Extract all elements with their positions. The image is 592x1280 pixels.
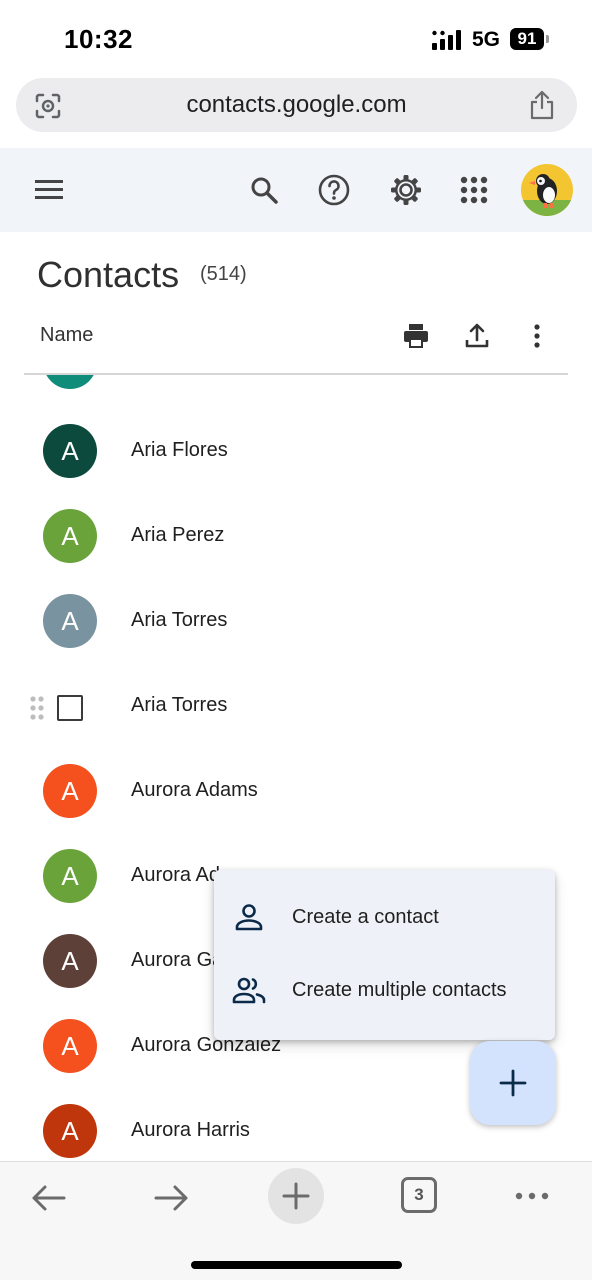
contact-row[interactable]: A Aurora Adams bbox=[0, 750, 592, 835]
menu-item-create-multiple[interactable]: Create multiple contacts bbox=[214, 959, 555, 1023]
search-icon[interactable] bbox=[246, 172, 282, 208]
contact-row[interactable]: A bbox=[0, 375, 592, 400]
contact-avatar: A bbox=[43, 764, 97, 818]
status-time: 10:32 bbox=[64, 24, 133, 54]
battery-nub bbox=[546, 35, 549, 43]
apps-grid-icon[interactable] bbox=[456, 172, 492, 208]
account-avatar[interactable] bbox=[521, 164, 573, 216]
contact-row-hover[interactable]: Aria Torres bbox=[0, 665, 592, 750]
signal-icon bbox=[432, 30, 461, 50]
contact-row[interactable]: A Aria Torres bbox=[0, 580, 592, 665]
contact-row[interactable]: A Aria Perez bbox=[0, 495, 592, 580]
menu-item-label: Create a contact bbox=[292, 906, 439, 928]
create-contact-menu: Create a contact Create multiple contact… bbox=[214, 870, 555, 1040]
contact-avatar: A bbox=[43, 509, 97, 563]
contact-name: Aurora Adams bbox=[131, 779, 258, 801]
forward-arrow-icon[interactable] bbox=[152, 1178, 192, 1218]
contact-name: Aria Torres bbox=[131, 609, 228, 631]
drag-handle-icon[interactable] bbox=[29, 695, 45, 721]
contact-count: (514) bbox=[200, 263, 247, 285]
battery-level: 91 bbox=[510, 28, 544, 50]
contact-checkbox[interactable] bbox=[57, 695, 83, 721]
new-tab-button[interactable] bbox=[268, 1168, 324, 1224]
address-bar[interactable]: contacts.google.com bbox=[16, 78, 577, 132]
more-horiz-icon[interactable] bbox=[512, 1178, 552, 1218]
page-title: Contacts bbox=[37, 254, 180, 295]
contact-name: Aria Flores bbox=[131, 439, 228, 461]
more-vert-icon[interactable] bbox=[523, 322, 551, 350]
contact-avatar: A bbox=[43, 375, 97, 389]
contact-row[interactable]: A Aria Flores bbox=[0, 410, 592, 495]
gear-icon[interactable] bbox=[388, 172, 424, 208]
print-icon[interactable] bbox=[402, 322, 430, 350]
contact-avatar: A bbox=[43, 849, 97, 903]
contact-avatar: A bbox=[43, 1104, 97, 1158]
contact-avatar: A bbox=[43, 424, 97, 478]
tab-switcher-button[interactable]: 3 bbox=[401, 1177, 437, 1213]
status-bar: 10:32 5G 91 bbox=[0, 0, 592, 78]
contact-avatar: A bbox=[43, 934, 97, 988]
network-type: 5G bbox=[472, 28, 501, 51]
menu-icon[interactable] bbox=[32, 172, 68, 208]
help-icon[interactable] bbox=[316, 172, 352, 208]
browser-toolbar: 3 bbox=[0, 1161, 592, 1280]
contact-avatar: A bbox=[43, 594, 97, 648]
contacts-app-bar bbox=[0, 148, 592, 232]
contact-name: Aria Perez bbox=[131, 524, 225, 546]
contact-name: Aria Torres bbox=[131, 694, 228, 716]
column-header-name[interactable]: Name bbox=[40, 324, 93, 347]
people-icon bbox=[232, 977, 266, 1004]
back-arrow-icon[interactable] bbox=[28, 1178, 68, 1218]
create-fab-button[interactable] bbox=[470, 1041, 556, 1125]
export-icon[interactable] bbox=[463, 322, 491, 350]
menu-item-label: Create multiple contacts bbox=[292, 979, 507, 1001]
plus-icon bbox=[499, 1069, 527, 1097]
menu-item-create-contact[interactable]: Create a contact bbox=[214, 886, 555, 950]
home-indicator bbox=[191, 1261, 402, 1269]
plus-icon bbox=[282, 1182, 310, 1210]
contact-name: Aurora Harris bbox=[131, 1119, 250, 1141]
puffin-icon bbox=[521, 174, 573, 216]
url-text[interactable]: contacts.google.com bbox=[16, 91, 577, 119]
contact-avatar: A bbox=[43, 1019, 97, 1073]
share-icon[interactable] bbox=[529, 90, 555, 120]
person-icon bbox=[235, 904, 263, 931]
